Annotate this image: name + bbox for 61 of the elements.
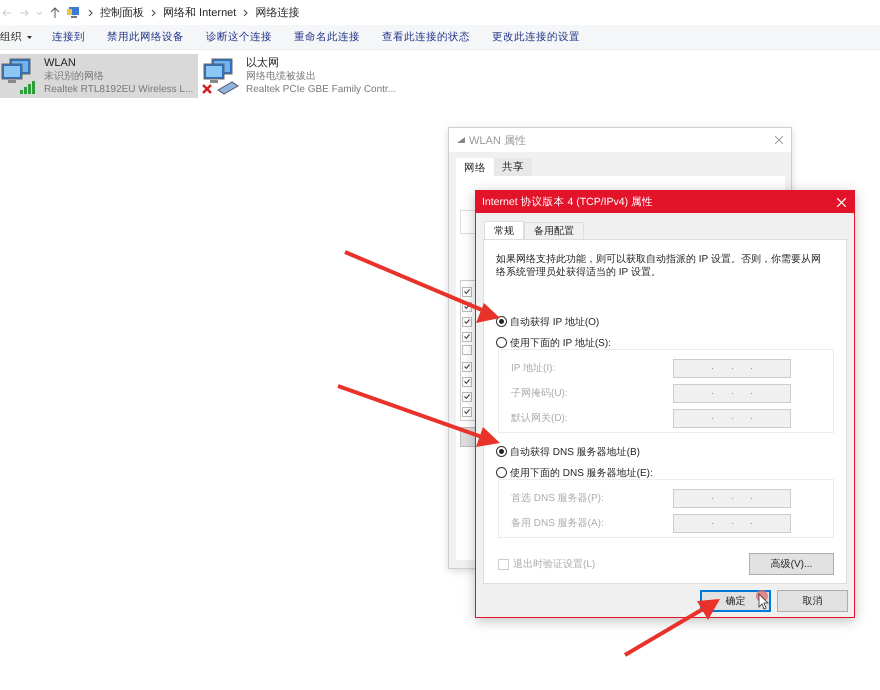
radio-option[interactable]: 使用下面的 DNS 服务器地址(E): bbox=[496, 464, 653, 481]
breadcrumb[interactable]: 控制面板 bbox=[100, 5, 144, 20]
checkmark-icon bbox=[464, 394, 470, 399]
close-icon[interactable] bbox=[775, 136, 783, 144]
toolbar-button[interactable]: 诊断这个连接 bbox=[206, 30, 272, 44]
dialog-title: Internet 协议版本 4 (TCP/IPv4) 属性 bbox=[482, 195, 654, 209]
tab[interactable]: 备用配置 bbox=[524, 222, 584, 239]
chevron-icon bbox=[243, 8, 248, 16]
radio-option[interactable]: 自动获得 DNS 服务器地址(B) bbox=[496, 443, 640, 460]
dialog-button[interactable]: 取消 bbox=[777, 590, 848, 612]
checkbox[interactable] bbox=[462, 392, 472, 402]
checkbox[interactable] bbox=[462, 286, 472, 296]
tab[interactable]: 共享 bbox=[494, 158, 532, 176]
breadcrumb[interactable]: 网络和 Internet bbox=[163, 5, 236, 20]
field-label: 首选 DNS 服务器(P): bbox=[511, 492, 604, 505]
toolbar-button[interactable]: 组织 bbox=[0, 30, 32, 44]
toolbar-button[interactable]: 查看此连接的状态 bbox=[382, 30, 470, 44]
connection-status: 网络电缆被拔出 bbox=[246, 70, 317, 82]
tab[interactable]: 常规 bbox=[484, 221, 524, 239]
chevron-icon bbox=[151, 8, 156, 16]
disconnected-network-icon bbox=[202, 56, 240, 96]
caret-icon bbox=[27, 35, 32, 39]
window-title: WLAN 属性 bbox=[469, 134, 526, 148]
checkmark-icon bbox=[464, 364, 470, 369]
connection-status: 未识别的网络 bbox=[44, 70, 105, 82]
connection-name: 以太网 bbox=[246, 56, 280, 70]
field-label: 子网掩码(U): bbox=[511, 387, 568, 400]
checkbox[interactable] bbox=[462, 406, 472, 416]
connection-item[interactable]: 以太网 网络电缆被拔出 Realtek PCIe GBE Family Contr... bbox=[202, 54, 400, 98]
connection-item[interactable]: WLAN 未识别的网络 Realtek RTL8192EU Wireless L... bbox=[0, 54, 198, 98]
control-panel-icon bbox=[67, 6, 81, 19]
toolbar-button[interactable]: 禁用此网络设备 bbox=[107, 30, 184, 44]
checkmark-icon bbox=[464, 304, 470, 309]
up-icon[interactable] bbox=[50, 6, 60, 18]
connection-name: WLAN bbox=[44, 56, 77, 70]
checkbox[interactable] bbox=[462, 345, 472, 355]
checkmark-icon bbox=[464, 409, 470, 414]
adapter-name: Realtek RTL8192EU Wireless L... bbox=[44, 82, 194, 96]
field-label: 默认网关(D): bbox=[511, 412, 568, 425]
toolbar-button[interactable]: 更改此连接的设置 bbox=[492, 30, 580, 44]
chevron-icon bbox=[88, 8, 93, 16]
checkbox[interactable] bbox=[462, 362, 472, 372]
checkbox[interactable] bbox=[462, 316, 472, 326]
checkmark-icon bbox=[464, 289, 470, 294]
toolbar-button[interactable]: 重命名此连接 bbox=[294, 30, 360, 44]
cursor-icon bbox=[756, 590, 770, 610]
checkmark-icon bbox=[464, 379, 470, 384]
tab[interactable]: 网络 bbox=[456, 158, 494, 177]
field-label: IP 地址(I): bbox=[511, 362, 556, 375]
radio-option[interactable]: 使用下面的 IP 地址(S): bbox=[496, 334, 611, 351]
advanced-button[interactable]: 高级(V)... bbox=[749, 553, 834, 575]
toolbar-button[interactable]: 连接到 bbox=[52, 30, 85, 44]
checkmark-icon bbox=[464, 334, 470, 339]
wireless-network-icon bbox=[0, 56, 38, 96]
checkmark-icon bbox=[464, 319, 470, 324]
description: 如果网络支持此功能，则可以获取自动指派的 IP 设置。否则，你需要从网络系统管理员处获得适当的 IP 设置。 bbox=[496, 253, 822, 279]
checkbox[interactable] bbox=[462, 376, 472, 386]
breadcrumb[interactable]: 网络连接 bbox=[255, 5, 300, 20]
adapter-name: Realtek PCIe GBE Family Contr... bbox=[246, 82, 396, 96]
checkbox[interactable] bbox=[462, 332, 472, 342]
field-label: 备用 DNS 服务器(A): bbox=[511, 517, 604, 530]
